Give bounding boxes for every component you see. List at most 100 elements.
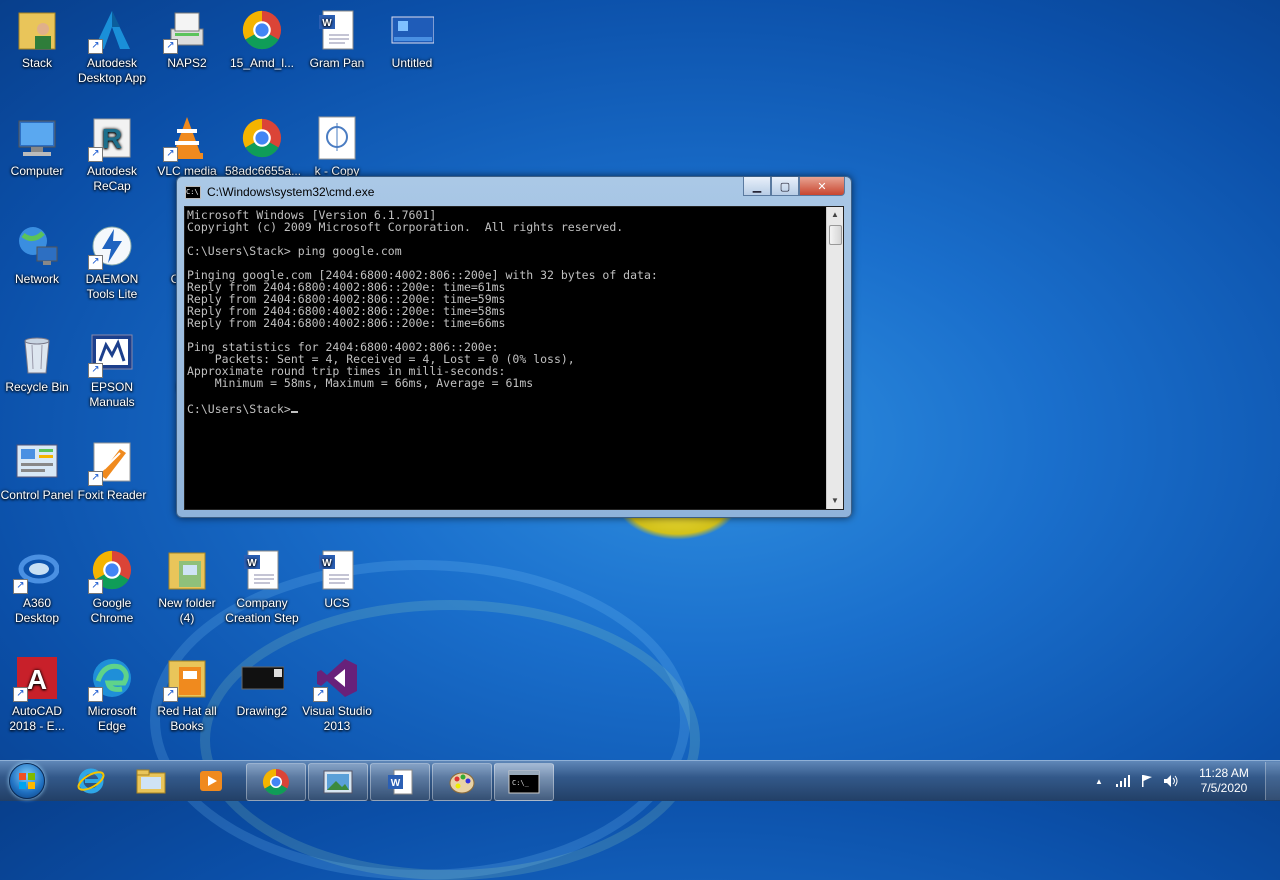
shortcut-arrow-icon: ↗ xyxy=(163,147,178,162)
folder-icon xyxy=(163,546,211,594)
image-file-icon xyxy=(313,114,361,162)
desktop-icon[interactable]: 58adc6655a... xyxy=(225,114,301,179)
taskbar-internet-explorer[interactable] xyxy=(62,763,120,799)
folder-icon: ↗ xyxy=(163,654,211,702)
word-document-icon: W xyxy=(238,546,286,594)
cmd-titlebar[interactable]: C:\ C:\Windows\system32\cmd.exe xyxy=(185,183,374,201)
desktop-icon[interactable]: A ↗ AutoCAD 2018 - E... xyxy=(0,654,74,734)
clock-time: 11:28 AM xyxy=(1199,766,1249,780)
shortcut-arrow-icon: ↗ xyxy=(88,255,103,270)
start-button[interactable] xyxy=(4,762,50,800)
show-desktop-button[interactable] xyxy=(1265,762,1280,800)
desktop-icon-label: Microsoft Edge xyxy=(87,704,137,733)
chrome-icon: ↗ xyxy=(88,546,136,594)
desktop-icon[interactable]: Network xyxy=(0,222,74,287)
folder-icon xyxy=(136,769,166,794)
svg-text:W: W xyxy=(247,558,257,569)
taskbar-paint[interactable] xyxy=(432,763,492,801)
desktop-icon[interactable]: ↗ DAEMON Tools Lite xyxy=(75,222,149,302)
desktop-icon[interactable]: ↗ Google Chrome xyxy=(75,546,149,626)
taskbar-file-explorer[interactable] xyxy=(122,763,180,799)
windows-logo-icon xyxy=(9,763,45,799)
maximize-button[interactable]: ▢ xyxy=(771,177,799,196)
desktop-icon[interactable]: 15_Amd_l... xyxy=(225,6,299,71)
svg-text:W: W xyxy=(391,778,401,789)
drawing-file-icon xyxy=(238,654,286,702)
desktop-icon-label: AutoCAD 2018 - E... xyxy=(9,704,65,733)
desktop-icon[interactable]: Stack xyxy=(0,6,74,71)
svg-text:C:\_: C:\_ xyxy=(512,779,530,787)
visual-studio-icon: ↗ xyxy=(313,654,361,702)
desktop-icon[interactable]: ↗ Foxit Reader xyxy=(75,438,149,503)
shortcut-arrow-icon: ↗ xyxy=(313,687,328,702)
desktop-icon-label: Company Creation Step xyxy=(225,596,299,625)
image-file-icon xyxy=(388,6,436,54)
desktop-icon[interactable]: New folder (4) xyxy=(150,546,224,626)
taskbar: W C:\_ ▲ 11:28 AM 7/5/2020 xyxy=(0,760,1280,801)
desktop-icon-label: Network xyxy=(14,272,59,286)
clock[interactable]: 11:28 AM 7/5/2020 xyxy=(1189,766,1259,796)
svg-text:W: W xyxy=(322,558,332,569)
internet-explorer-icon xyxy=(77,768,105,794)
scroll-up-arrow-icon[interactable]: ▲ xyxy=(827,207,843,223)
system-tray: ▲ 11:28 AM 7/5/2020 xyxy=(1087,761,1280,801)
desktop-icon-label: EPSON Manuals xyxy=(89,380,135,409)
desktop-icon[interactable]: ↗ Microsoft Edge xyxy=(75,654,149,734)
desktop-icon[interactable]: R ↗ Autodesk ReCap xyxy=(75,114,149,194)
desktop-icon-label: DAEMON Tools Lite xyxy=(85,272,139,301)
desktop-icon[interactable]: ↗ Autodesk Desktop App xyxy=(75,6,149,86)
close-button[interactable]: ✕ xyxy=(799,177,845,196)
volume-icon[interactable] xyxy=(1162,772,1180,790)
desktop-icon[interactable]: k - Copy xyxy=(300,114,374,179)
shortcut-arrow-icon: ↗ xyxy=(163,687,178,702)
shortcut-arrow-icon: ↗ xyxy=(88,471,103,486)
desktop-icon-label: Visual Studio 2013 xyxy=(302,704,372,733)
shortcut-arrow-icon: ↗ xyxy=(88,147,103,162)
taskbar-photo-viewer[interactable] xyxy=(308,763,368,801)
desktop-icon[interactable]: Recycle Bin xyxy=(0,330,74,395)
network-signal-icon[interactable] xyxy=(1114,772,1132,790)
taskbar-microsoft-word[interactable]: W xyxy=(370,763,430,801)
taskbar-command-prompt[interactable]: C:\_ xyxy=(494,763,554,801)
desktop-icon-label: Untitled xyxy=(391,56,433,70)
shortcut-arrow-icon: ↗ xyxy=(88,39,103,54)
chrome-icon xyxy=(238,114,286,162)
edge-icon: ↗ xyxy=(88,654,136,702)
vertical-scrollbar[interactable]: ▲ ▼ xyxy=(826,207,843,509)
desktop-icon[interactable]: W Company Creation Step xyxy=(225,546,299,626)
desktop-icon[interactable]: W UCS xyxy=(300,546,374,611)
control-panel-icon xyxy=(13,438,61,486)
show-hidden-icons-button[interactable]: ▲ xyxy=(1090,772,1108,790)
desktop-icon[interactable]: Drawing2 xyxy=(225,654,299,719)
desktop-icon-label: UCS xyxy=(324,596,350,610)
desktop-icon-label: Autodesk Desktop App xyxy=(77,56,147,85)
desktop-icon-label: NAPS2 xyxy=(167,56,207,70)
cmd-icon: C:\ xyxy=(185,185,201,199)
scrollbar-thumb[interactable] xyxy=(829,225,842,245)
desktop-icon[interactable]: ↗ A360 Desktop xyxy=(0,546,74,626)
action-center-flag-icon[interactable] xyxy=(1138,772,1156,790)
scroll-down-arrow-icon[interactable]: ▼ xyxy=(827,493,843,509)
desktop-icon-label: Red Hat all Books xyxy=(157,704,217,733)
desktop-icon[interactable]: W Gram Pan xyxy=(300,6,374,71)
desktop-icon[interactable]: Untitled xyxy=(375,6,449,71)
console-area[interactable]: Microsoft Windows [Version 6.1.7601] Cop… xyxy=(184,206,844,510)
network-icon xyxy=(13,222,61,270)
minimize-button[interactable]: ▁ xyxy=(743,177,771,196)
desktop-icon[interactable]: Control Panel xyxy=(0,438,74,503)
taskbar-google-chrome[interactable] xyxy=(246,763,306,801)
cmd-window[interactable]: C:\ C:\Windows\system32\cmd.exe ▁ ▢ ✕ Mi… xyxy=(176,176,852,518)
taskbar-media-player[interactable] xyxy=(182,763,240,799)
desktop-icon[interactable]: ↗ NAPS2 xyxy=(150,6,224,71)
shortcut-arrow-icon: ↗ xyxy=(163,39,178,54)
desktop-icon-label: New folder (4) xyxy=(158,596,216,625)
clock-date: 7/5/2020 xyxy=(1200,781,1248,795)
desktop-icon[interactable]: Computer xyxy=(0,114,74,179)
media-player-icon xyxy=(200,771,222,791)
foxit-reader-icon: ↗ xyxy=(88,438,136,486)
console-text: Microsoft Windows [Version 6.1.7601] Cop… xyxy=(187,209,658,416)
cmd-window-title: C:\Windows\system32\cmd.exe xyxy=(207,185,375,199)
desktop-icon[interactable]: ↗ EPSON Manuals xyxy=(75,330,149,410)
desktop-icon[interactable]: ↗ Red Hat all Books xyxy=(150,654,224,734)
desktop-icon[interactable]: ↗ Visual Studio 2013 xyxy=(300,654,374,734)
